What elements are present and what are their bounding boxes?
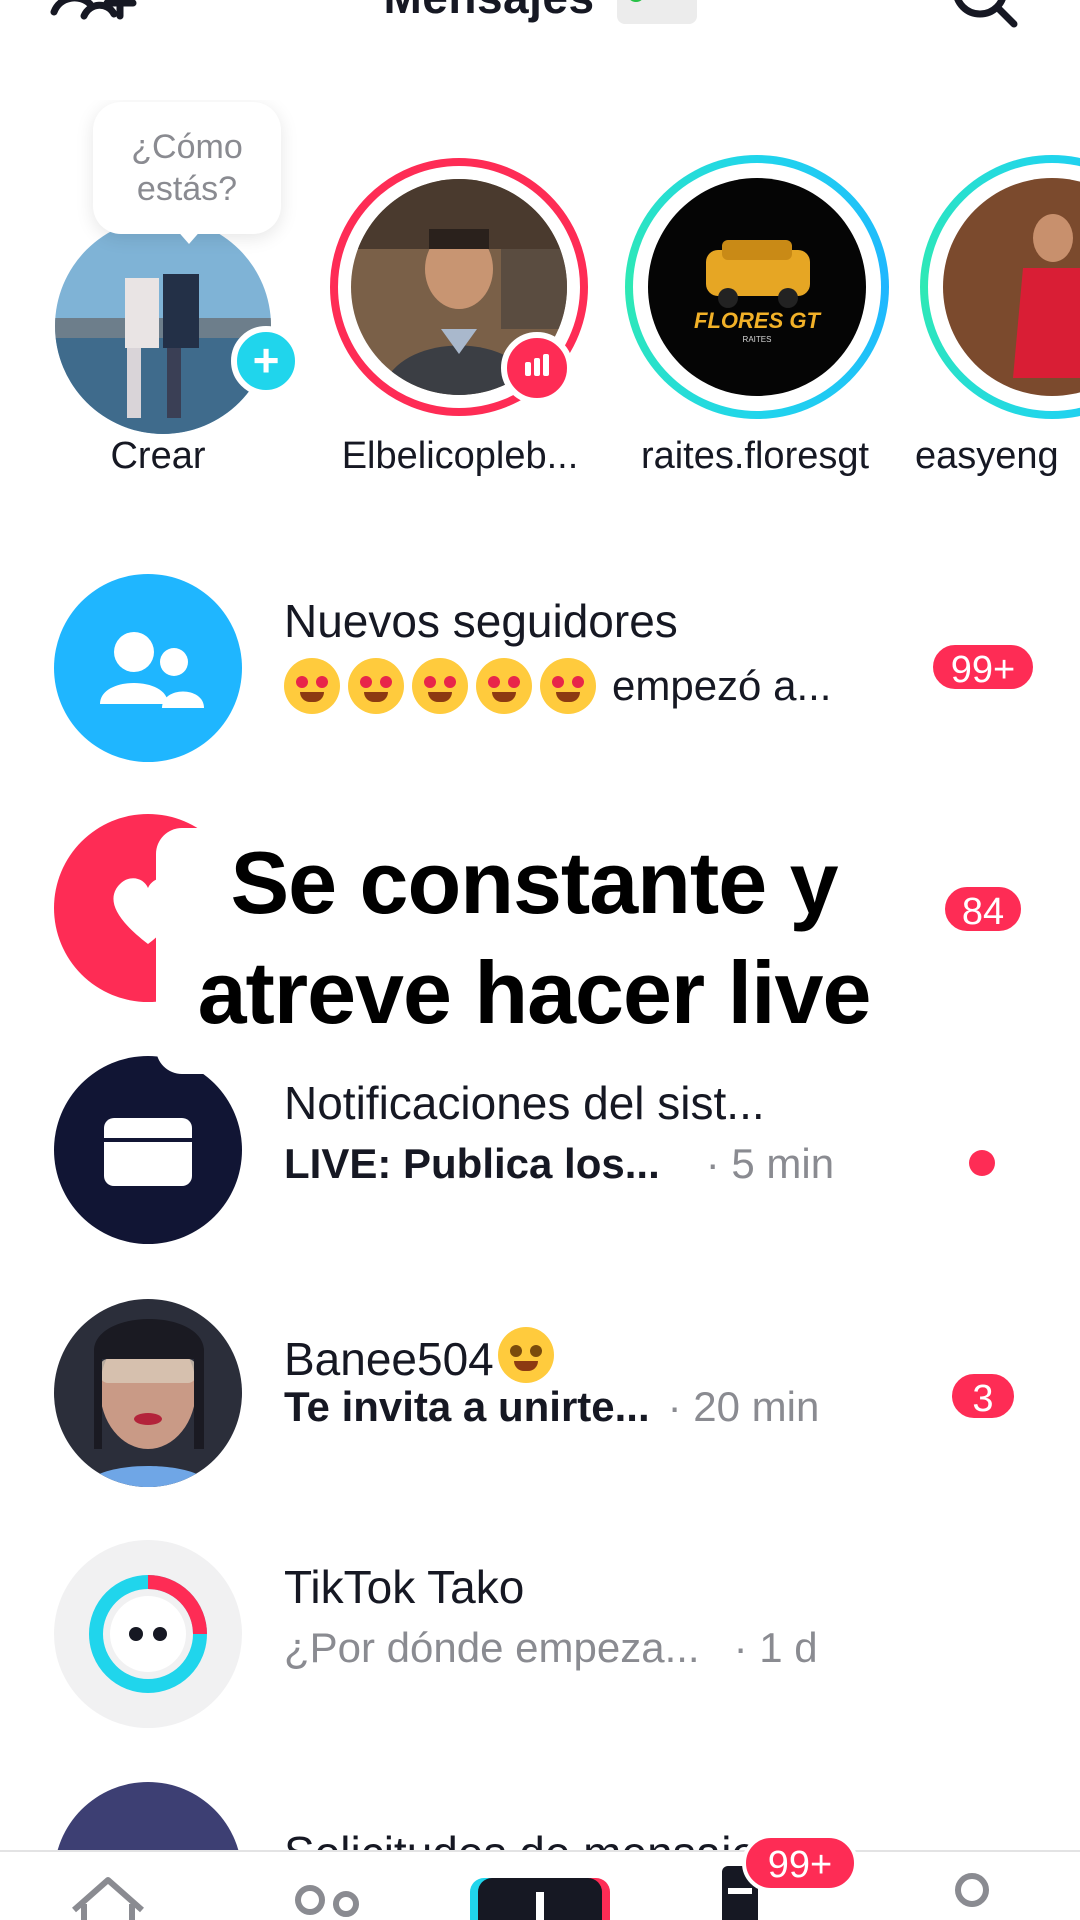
conversation-time: · 20 min — [667, 1383, 820, 1430]
system-avatar — [54, 1056, 242, 1244]
logo-sub: RAITES — [743, 335, 772, 344]
conversation-time: · 1 d — [733, 1624, 818, 1671]
bottom-nav: 99+ — [0, 1834, 1080, 1920]
conversation-row-system[interactable]: Notificaciones del sist... LIVE: Publica… — [0, 1044, 1080, 1244]
heart-eyes-emoji-icon — [540, 658, 596, 714]
people-icon — [100, 632, 204, 708]
add-story-plus-icon[interactable]: + — [231, 326, 301, 396]
conversation-preview: LIVE: Publica los... — [284, 1140, 660, 1187]
conversation-name-wrap: Banee504 — [284, 1319, 562, 1386]
conversation-preview-wrap: Te invita a unirte... · 20 min — [284, 1383, 819, 1431]
story-label: raites.floresgt — [640, 435, 870, 477]
tako-bot-icon — [89, 1575, 207, 1693]
conversation-preview-wrap: ¿Por dónde empeza... · 1 d — [284, 1624, 818, 1672]
banee504-avatar — [54, 1299, 242, 1487]
requests-avatar — [54, 1782, 242, 1850]
conversation-name: TikTok Tako — [284, 1561, 525, 1613]
smiling-hearts-emoji-icon — [348, 658, 404, 714]
story-create[interactable]: ¿Cómo estás? + Crear — [25, 100, 301, 500]
unread-dot — [969, 1150, 995, 1176]
my-avatar — [55, 218, 271, 434]
header: Mensajes — [0, 0, 1080, 60]
unread-badge: 99+ — [930, 642, 1036, 692]
hugging-face-emoji-icon — [497, 1327, 554, 1383]
conversation-row-message-requests[interactable]: Solicitudes de mensajes — [0, 1770, 1080, 1850]
unread-badge: 84 — [942, 884, 1024, 934]
conversation-name: Banee504 — [284, 1333, 494, 1385]
home-icon[interactable] — [68, 1870, 148, 1920]
conversation-name: Nuevos seguidores — [284, 595, 678, 647]
online-dot-icon — [626, 0, 645, 2]
story-label: Crear — [110, 435, 206, 477]
conversation-preview-wrap: LIVE: Publica los... · 5 min — [284, 1140, 834, 1188]
unread-badge: 3 — [949, 1371, 1017, 1421]
story-elbelicopleb[interactable]: Elbelicopleb... — [325, 100, 595, 500]
note-bubble[interactable]: ¿Cómo estás? — [93, 102, 281, 234]
conversation-time: · 5 min — [705, 1140, 835, 1187]
note-bubble-tail — [175, 228, 203, 244]
note-text: ¿Cómo estás? — [131, 128, 243, 208]
story-easyeng[interactable]: easyeng — [915, 100, 1080, 500]
inbox-box-icon — [104, 1118, 192, 1186]
conversation-preview: ¿Por dónde empeza... — [284, 1624, 700, 1671]
page-title-wrap: Mensajes — [0, 0, 1080, 24]
conversation-row-new-followers[interactable]: Nuevos seguidores empezó a... 99+ — [0, 562, 1080, 762]
page-title: Mensajes — [383, 0, 594, 24]
story-label: easyeng — [915, 435, 1059, 477]
story-raites-floresgt[interactable]: FLORES GT RAITES raites.floresgt — [620, 100, 890, 500]
profile-icon[interactable] — [948, 1870, 998, 1920]
search-icon[interactable] — [950, 0, 1020, 35]
conversation-row-banee504[interactable]: Banee504 Te invita a unirte... · 20 min … — [0, 1287, 1080, 1487]
friends-icon[interactable] — [290, 1870, 370, 1920]
create-plus-button[interactable] — [478, 1878, 602, 1920]
caption-line-2: atreve hacer live — [197, 943, 872, 1042]
conversation-row-tiktok-tako[interactable]: TikTok Tako ¿Por dónde empeza... · 1 d — [0, 1528, 1080, 1728]
heart-eyes-emoji-icon — [412, 658, 468, 714]
live-bars-icon — [525, 354, 549, 376]
followers-avatar — [54, 574, 242, 762]
tako-avatar — [54, 1540, 242, 1728]
stories-row: ¿Cómo estás? + Crear Elbelicopleb... FLO… — [0, 100, 1080, 500]
caption-line-1: Se constante y — [230, 833, 838, 932]
logo-text: FLORES GT — [694, 308, 821, 333]
conversation-preview-wrap: empezó a... — [284, 658, 831, 714]
story-avatar-logo: FLORES GT RAITES — [648, 178, 866, 396]
heart-eyes-emoji-icon — [476, 658, 532, 714]
story-label: Elbelicopleb... — [341, 435, 579, 477]
inbox-badge: 99+ — [742, 1834, 858, 1892]
online-status-toggle[interactable] — [616, 0, 697, 24]
live-badge — [501, 332, 573, 404]
video-caption-overlay: Se constante y atreve hacer live — [156, 828, 912, 1074]
conversation-preview: empezó a... — [612, 662, 832, 709]
smiling-hearts-emoji-icon — [284, 658, 340, 714]
conversation-preview: Te invita a unirte... — [284, 1383, 650, 1430]
conversation-name: Notificaciones del sist... — [284, 1077, 765, 1129]
conversation-name: Solicitudes de mensajes — [284, 1826, 780, 1850]
